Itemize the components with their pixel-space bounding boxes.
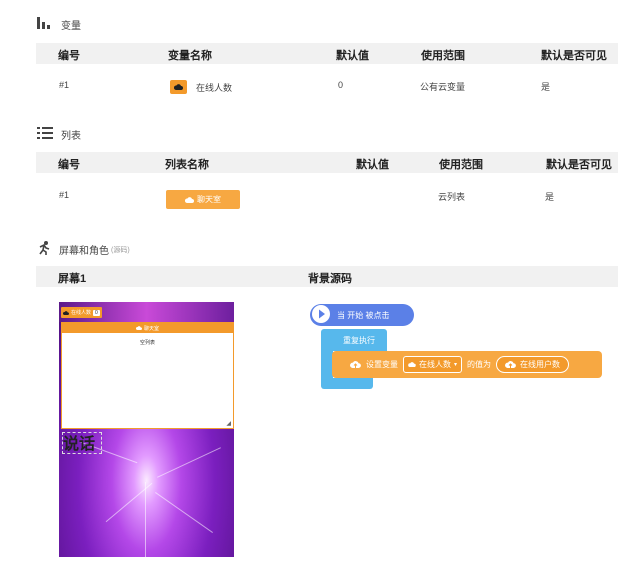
set-variable-block[interactable]: 设置变量 在线人数 ▾ 的值为 在线用户数 — [332, 351, 602, 378]
monitor-label: 在线人数 — [71, 310, 92, 316]
event-block-label: 当 开始 被点击 — [337, 310, 390, 320]
resize-handle-icon[interactable]: ◢ — [226, 420, 231, 427]
variable-monitor[interactable]: 在线人数 0 — [61, 307, 102, 318]
online-users-reporter[interactable]: 在线用户数 — [496, 356, 570, 373]
screens-title: 屏幕和角色 — [59, 246, 109, 257]
col-default: 默认值 — [356, 159, 389, 171]
screens-note: (源码) — [111, 246, 130, 254]
when-start-clicked-block[interactable]: 当 开始 被点击 — [310, 304, 414, 326]
var-scope: 公有云变量 — [420, 82, 466, 92]
cloud-icon — [185, 196, 194, 203]
list-name: 聊天室 — [197, 195, 221, 204]
loop-bottom — [321, 378, 373, 389]
bar-chart-icon — [37, 17, 53, 32]
list-monitor-header: 聊天室 — [62, 323, 233, 333]
lists-table-header: 编号 列表名称 默认值 使用范围 默认是否可见 — [36, 152, 618, 173]
col-background-code: 背景源码 — [308, 273, 352, 285]
col-id: 编号 — [58, 159, 80, 171]
cloud-upload-icon — [350, 361, 361, 368]
col-screen: 屏幕1 — [58, 273, 87, 285]
list-scope: 云列表 — [438, 192, 466, 202]
col-id: 编号 — [58, 50, 80, 62]
list-id: #1 — [59, 190, 70, 200]
list-icon — [37, 127, 53, 142]
variables-section-title: 变量 — [37, 17, 81, 32]
var-name-chip[interactable]: 在线人数 — [170, 80, 232, 94]
lists-title: 列表 — [61, 131, 81, 142]
var-id: #1 — [59, 80, 70, 90]
sprite-selection-box — [62, 432, 102, 454]
light-ray — [155, 492, 213, 533]
screens-section-title: 屏幕和角色 (源码) — [37, 241, 130, 258]
list-empty-text: 空列表 — [139, 340, 155, 346]
col-visible: 默认是否可见 — [541, 50, 607, 62]
col-visible: 默认是否可见 — [546, 159, 612, 171]
reporter-label: 在线用户数 — [520, 360, 561, 369]
lists-section-title: 列表 — [37, 127, 81, 142]
running-figure-icon — [37, 241, 51, 258]
set-prefix-label: 设置变量 — [366, 360, 398, 369]
cloud-icon — [170, 80, 187, 94]
cloud-icon — [135, 326, 142, 330]
variables-title: 变量 — [61, 21, 81, 32]
var-name: 在线人数 — [196, 82, 233, 93]
variables-table-header: 编号 变量名称 默认值 使用范围 默认是否可见 — [36, 43, 618, 64]
list-name-button[interactable]: 聊天室 — [166, 190, 240, 209]
var-visible: 是 — [541, 82, 551, 92]
forever-loop-block[interactable]: 重复执行 — [321, 329, 387, 351]
light-ray — [157, 447, 221, 478]
cloud-upload-icon — [505, 361, 516, 368]
set-mid-label: 的值为 — [467, 360, 492, 369]
cloud-icon — [63, 310, 69, 315]
light-ray — [145, 482, 146, 557]
col-default: 默认值 — [336, 50, 369, 62]
col-list-name: 列表名称 — [165, 159, 209, 171]
loop-block-label: 重复执行 — [343, 335, 375, 345]
stage-preview: 在线人数 0 聊天室 空列表 ◢ 说话 — [59, 302, 234, 557]
monitor-value: 0 — [93, 309, 100, 316]
cloud-icon — [408, 362, 416, 367]
variable-dropdown[interactable]: 在线人数 ▾ — [403, 356, 463, 373]
list-monitor-title: 聊天室 — [143, 325, 159, 332]
screen-table-header: 屏幕1 背景源码 — [36, 266, 618, 287]
var-default: 0 — [338, 80, 344, 90]
variable-dropdown-value: 在线人数 — [419, 360, 451, 369]
chevron-down-icon: ▾ — [454, 362, 458, 368]
list-monitor[interactable]: 聊天室 空列表 ◢ — [61, 322, 234, 429]
play-icon — [311, 304, 331, 326]
col-var-name: 变量名称 — [168, 50, 212, 62]
col-scope: 使用范围 — [421, 50, 465, 62]
col-scope: 使用范围 — [439, 159, 483, 171]
list-visible: 是 — [545, 192, 555, 202]
